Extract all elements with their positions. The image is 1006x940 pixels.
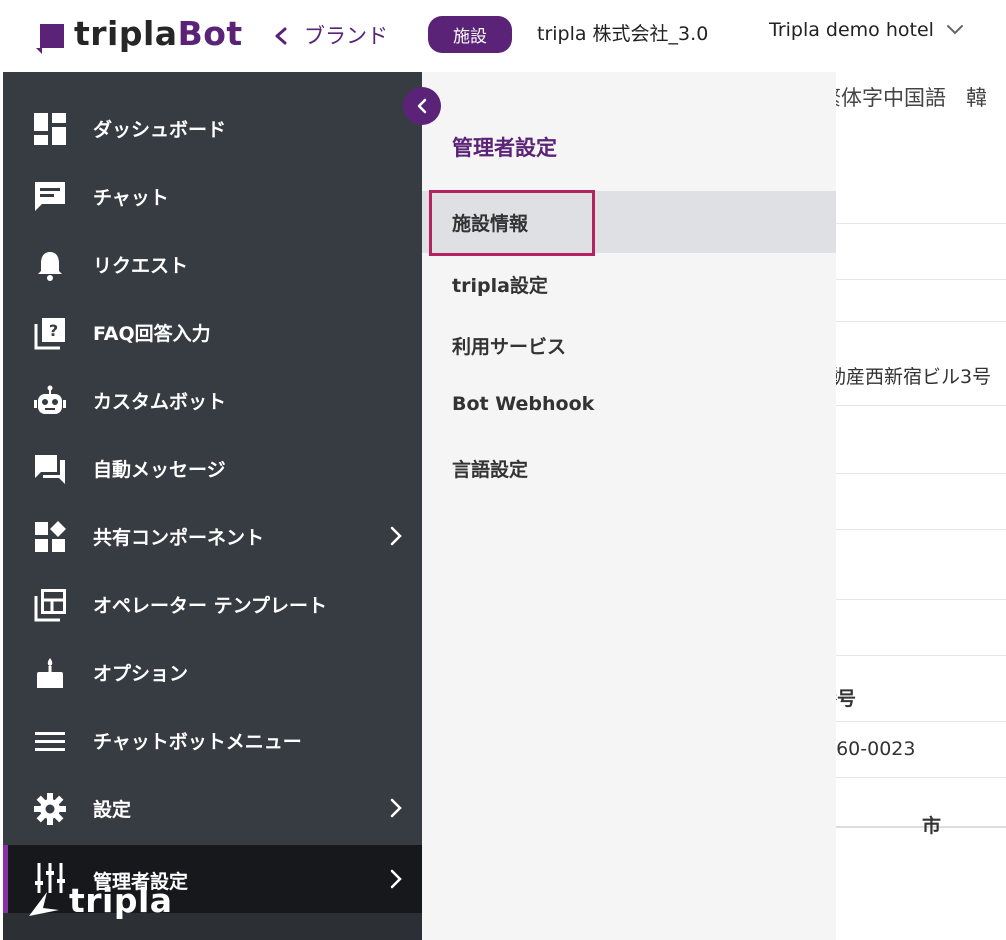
sidebar-item-settings[interactable]: 設定 <box>3 780 422 836</box>
messages-icon <box>33 452 67 486</box>
sidebar-item-label: FAQ回答入力 <box>93 323 211 345</box>
sidebar-item-label: オプション <box>93 663 189 685</box>
company-name: tripla 株式会社_3.0 <box>537 23 709 45</box>
submenu-item-language-settings[interactable]: 言語設定 <box>422 437 836 499</box>
tab-traditional-chinese[interactable]: 繁体字中国語 <box>836 82 946 112</box>
form-row <box>836 136 1006 224</box>
logo-text-bot: Bot <box>177 14 243 53</box>
form-row <box>836 224 1006 280</box>
sidebar-item-dashboard[interactable]: ダッシュボード <box>3 100 422 156</box>
brand-back-label: ブランド <box>304 24 388 48</box>
submenu-item-label: 言語設定 <box>452 459 529 481</box>
bell-icon <box>33 248 67 282</box>
sidebar-item-label: カスタムボット <box>93 391 227 413</box>
top-bar: triplaBot ブランド 施設 tripla 株式会社_3.0 Tripla… <box>0 0 1006 72</box>
language-tabs: 繁体字中国語韓 <box>836 82 1006 112</box>
sidebar-item-label: チャットボットメニュー <box>93 731 302 753</box>
faq-icon: ? <box>33 316 67 350</box>
field-label-city: 市 <box>922 815 942 837</box>
postal-code-value: 160-0023 <box>836 738 916 760</box>
chevron-down-icon <box>946 25 963 35</box>
chevron-right-icon <box>390 526 402 546</box>
submenu-item-tripla-settings[interactable]: tripla設定 <box>422 253 836 315</box>
chevron-left-icon <box>417 98 427 114</box>
menu-icon <box>33 724 67 758</box>
sidebar-item-chatbot-menu[interactable]: チャットボットメニュー <box>3 712 422 768</box>
form-row <box>836 530 1006 600</box>
form-row <box>836 600 1006 656</box>
chat-icon <box>33 180 67 214</box>
svg-text:?: ? <box>49 321 58 340</box>
logo-text-tripla: tripla <box>74 14 178 53</box>
chevron-right-icon <box>390 798 402 818</box>
field-label-number: 番号 <box>836 688 857 710</box>
sidebar-item-auto-message[interactable]: 自動メッセージ <box>3 440 422 496</box>
tripla-logo-icon <box>29 892 59 916</box>
submenu-item-label: 利用サービス <box>452 336 567 358</box>
logo-text: triplaBot <box>74 14 243 54</box>
sidebar-item-chat[interactable]: チャット <box>3 168 422 224</box>
logo-mark-icon <box>36 24 64 54</box>
chevron-left-icon <box>275 27 287 45</box>
tab-korean[interactable]: 韓 <box>966 82 987 112</box>
gear-icon <box>33 792 67 826</box>
sidebar-item-label: ダッシュボード <box>93 119 227 141</box>
sidebar: ダッシュボード チャット リクエスト ? FAQ回答入力 カスタムボット 自動メ… <box>0 72 422 940</box>
dashboard-icon <box>33 112 67 146</box>
submenu-item-services[interactable]: 利用サービス <box>422 314 836 376</box>
template-icon <box>33 588 67 622</box>
sidebar-item-custom-bot[interactable]: カスタムボット <box>3 372 422 428</box>
address-value: 不動産西新宿ビル3号 <box>836 366 992 388</box>
main-content: 繁体字中国語韓 不動産西新宿ビル3号 番号 160-0023 <box>836 72 1006 828</box>
sidebar-item-option[interactable]: オプション <box>3 644 422 700</box>
submenu-item-label: Bot Webhook <box>452 393 595 415</box>
chevron-right-icon <box>390 869 402 889</box>
footer-logo-text: tripla <box>69 880 173 920</box>
submenu-item-bot-webhook[interactable]: Bot Webhook <box>422 375 836 437</box>
content-lower-area <box>836 828 1006 940</box>
sidebar-item-shared-components[interactable]: 共有コンポーネント <box>3 508 422 564</box>
submenu-title: 管理者設定 <box>452 136 557 160</box>
sidebar-item-label: 自動メッセージ <box>93 459 226 481</box>
widgets-icon <box>33 520 67 554</box>
sidebar-item-operator-template[interactable]: オペレーター テンプレート <box>3 576 422 632</box>
app-logo[interactable]: triplaBot <box>36 14 243 54</box>
form-row <box>836 406 1006 474</box>
form-row <box>836 280 1006 322</box>
sidebar-item-faq[interactable]: ? FAQ回答入力 <box>3 304 422 360</box>
sidebar-item-label: チャット <box>93 187 169 209</box>
form-row <box>836 474 1006 530</box>
hotel-name: Tripla demo hotel <box>769 19 934 41</box>
facility-badge: 施設 <box>428 16 512 53</box>
sidebar-item-label: 設定 <box>93 799 132 821</box>
form-row: 不動産西新宿ビル3号 <box>836 322 1006 406</box>
footer-logo: tripla <box>25 880 173 920</box>
collapse-sidebar-button[interactable] <box>403 87 441 125</box>
sidebar-item-request[interactable]: リクエスト <box>3 236 422 292</box>
sidebar-item-label: リクエスト <box>93 255 189 277</box>
sidebar-item-label: 共有コンポーネント <box>93 527 265 549</box>
cake-icon <box>33 656 67 690</box>
submenu-item-label: tripla設定 <box>452 275 548 297</box>
sidebar-item-label: オペレーター テンプレート <box>93 595 328 617</box>
submenu-item-label: 施設情報 <box>452 213 529 235</box>
submenu-item-facility-info[interactable]: 施設情報 <box>422 191 836 253</box>
form-row: 160-0023 <box>836 722 1006 778</box>
form-row: 番号 <box>836 656 1006 722</box>
hotel-selector[interactable]: Tripla demo hotel <box>769 19 964 41</box>
robot-icon <box>33 384 67 418</box>
admin-submenu: 管理者設定 施設情報 tripla設定 利用サービス Bot Webhook 言… <box>422 72 836 940</box>
brand-back-link[interactable]: ブランド <box>272 20 388 50</box>
